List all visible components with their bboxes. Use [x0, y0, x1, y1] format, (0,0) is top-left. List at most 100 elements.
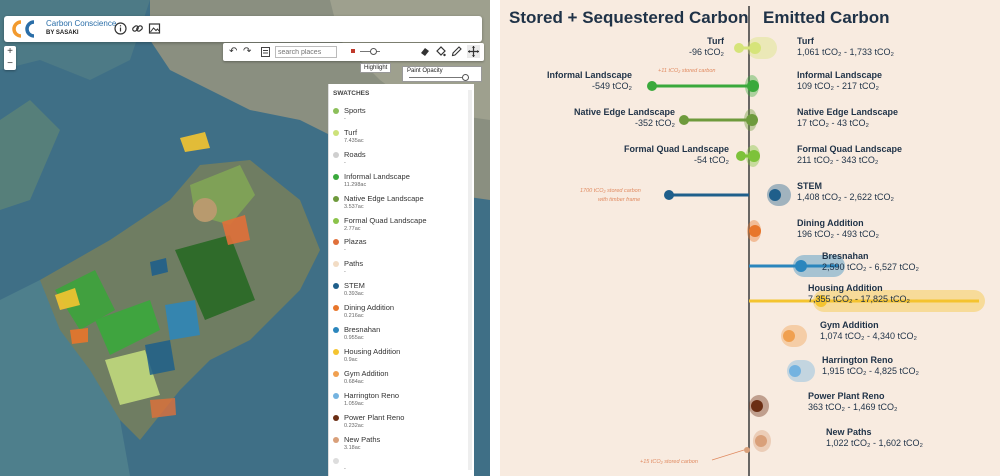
swatch-item[interactable]: Plazas - [333, 237, 463, 257]
swatch-color-dot [333, 173, 339, 180]
emitted-dot [783, 330, 795, 342]
swatches-scrollbar[interactable] [468, 90, 472, 470]
swatch-color-dot [333, 261, 339, 268]
opacity-slider-track[interactable] [409, 77, 469, 78]
swatch-item[interactable]: Informal Landscape 11.298ac [333, 172, 463, 192]
swatch-item[interactable]: Paths - [333, 259, 463, 279]
swatch-area: 0.232ac [344, 422, 364, 429]
swatch-name: Housing Addition [344, 346, 401, 356]
swatch-item[interactable]: Bresnahan 0.955ac [333, 325, 463, 345]
emitted-range-value: 196 tCO₂ - 493 tCO₂ [797, 229, 880, 239]
stored-dot [734, 43, 744, 53]
app-header: Carbon Conscience BY SASAKI [4, 16, 482, 42]
search-places-input[interactable] [275, 46, 337, 58]
fill-bucket-icon[interactable] [435, 46, 446, 57]
link-icon[interactable] [131, 22, 144, 35]
stored-row-name: Turf [707, 36, 724, 46]
undo-button[interactable]: ↶ [229, 46, 237, 58]
stored-dot [736, 151, 746, 161]
swatch-area: 3.537ac [344, 203, 364, 210]
swatch-name: Power Plant Reno [344, 412, 405, 422]
emitted-dot [747, 80, 759, 92]
emitted-range-value: 1,408 tCO₂ - 2,622 tCO₂ [797, 192, 895, 202]
info-icon[interactable] [114, 22, 127, 35]
swatches-title: SWATCHES [333, 90, 370, 97]
swatch-color-dot [333, 129, 339, 136]
stored-value: -54 tCO₂ [693, 155, 729, 165]
swatch-item[interactable]: Housing Addition 0.9ac [333, 347, 463, 367]
swatch-area: 0.216ac [344, 313, 364, 320]
swatch-color-dot [333, 151, 339, 158]
stem-timber-note: with timber frame [598, 197, 641, 203]
layers-icon[interactable] [261, 47, 270, 57]
swatch-area: 11.298ac [344, 181, 367, 188]
swatch-name: New Paths [344, 434, 381, 444]
swatch-area: - [344, 247, 346, 254]
new-paths-stored-note: +15 tCO₂ stored carbon [640, 459, 698, 465]
swatch-item[interactable]: New Paths 3.18ac [333, 435, 463, 455]
emitted-row-name: Turf [797, 36, 814, 46]
swatch-name: Plazas [344, 237, 367, 247]
swatch-area: 2.77ac [344, 225, 361, 232]
swatch-area: 7.435ac [344, 137, 364, 144]
swatch-color-dot [333, 217, 339, 224]
swatch-item[interactable]: Roads - [333, 150, 463, 170]
stem-stored-note: 1700 tCO₂ stored carbon [580, 188, 641, 194]
emitted-row-name: Formal Quad Landscape [797, 144, 903, 154]
map-app: Carbon Conscience BY SASAKI + − ↶ ↷ High… [0, 0, 490, 476]
pan-move-icon[interactable] [467, 45, 480, 58]
swatch-item[interactable]: Sports - [333, 106, 463, 126]
swatch-item[interactable]: Power Plant Reno 0.232ac [333, 413, 463, 433]
emitted-dot [749, 225, 761, 237]
swatch-area: 3.18ac [344, 444, 361, 451]
swatch-item[interactable]: STEM 0.393ac [333, 281, 463, 301]
swatch-name: Paths [344, 259, 364, 269]
swatch-name: Turf [344, 127, 358, 137]
brush-size-handle[interactable] [370, 48, 377, 55]
swatch-item[interactable]: Dining Addition 0.216ac [333, 303, 463, 323]
swatch-color-dot [333, 195, 339, 202]
swatch-area: 0.955ac [344, 335, 364, 341]
emitted-range-value: 211 tCO₂ - 343 tCO₂ [797, 155, 879, 165]
swatch-color-dot [333, 348, 339, 355]
stored-value: -96 tCO₂ [688, 47, 724, 57]
brush-color-swatch[interactable] [351, 49, 355, 53]
emitted-dot [789, 365, 801, 377]
zoom-out-button[interactable]: − [4, 58, 16, 70]
emitted-row-name: Gym Addition [820, 320, 879, 330]
emitted-range-value: 2,590 tCO₂ - 6,527 tCO₂ [822, 262, 920, 272]
emitted-carbon-title: Emitted Carbon [763, 8, 890, 27]
stored-dot [679, 115, 689, 125]
swatch-item[interactable]: Harrington Reno 1.059ac [333, 391, 463, 411]
stored-row-name: Informal Landscape [546, 70, 632, 80]
swatch-item[interactable]: - [333, 456, 463, 476]
swatch-name: STEM [344, 281, 365, 291]
emitted-dot [746, 114, 758, 126]
zoom-in-button[interactable]: + [4, 46, 16, 58]
turf-stored-note: +11 tCO₂ stored carbon [658, 68, 716, 74]
redo-button[interactable]: ↷ [243, 46, 251, 58]
emitted-range-value: 363 tCO₂ - 1,469 tCO₂ [808, 402, 898, 412]
opacity-slider-handle[interactable] [462, 74, 469, 81]
swatch-item[interactable]: Gym Addition 0.684ac [333, 369, 463, 389]
emitted-range-value: 1,915 tCO₂ - 4,825 tCO₂ [822, 366, 920, 376]
swatch-item[interactable]: Formal Quad Landscape 2.77ac [333, 216, 463, 236]
emitted-range-value: 17 tCO₂ - 43 tCO₂ [797, 118, 870, 128]
stored-value: -549 tCO₂ [591, 81, 632, 91]
swatch-item[interactable]: Turf 7.435ac [333, 128, 463, 148]
swatch-color-dot [333, 327, 339, 333]
emitted-range-value: 1,074 tCO₂ - 4,340 tCO₂ [820, 331, 918, 341]
emitted-row-name: Harrington Reno [822, 355, 893, 365]
eraser-icon[interactable] [419, 46, 430, 57]
emitted-dot [751, 400, 763, 412]
pencil-icon[interactable] [451, 46, 462, 57]
image-icon[interactable] [148, 22, 161, 35]
swatch-color-dot [333, 305, 339, 312]
swatch-name: Informal Landscape [344, 171, 410, 181]
emitted-row-name: Power Plant Reno [808, 391, 885, 401]
swatch-color-dot [333, 283, 339, 290]
new-paths-stored-dot [744, 447, 750, 453]
swatch-color-dot [333, 239, 339, 246]
swatch-item[interactable]: Native Edge Landscape 3.537ac [333, 194, 463, 214]
highlight-tooltip: Highlight [360, 63, 392, 73]
